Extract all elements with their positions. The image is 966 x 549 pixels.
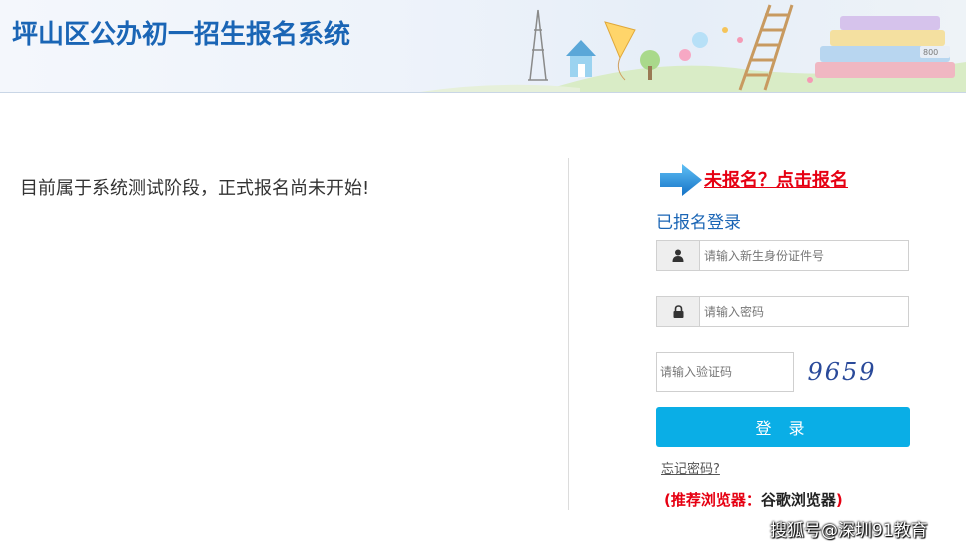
browser-recommendation: (推荐浏览器：谷歌浏览器): [664, 489, 843, 510]
system-notice: 目前属于系统测试阶段，正式报名尚未开始!: [20, 178, 370, 199]
user-icon: [657, 241, 700, 270]
login-title: 已报名登录: [656, 213, 741, 233]
captcha-field: [656, 352, 794, 392]
header-banner: 坪山区公办初一招生报名系统 800: [0, 0, 966, 93]
password-input[interactable]: [700, 297, 906, 326]
id-number-input[interactable]: [700, 241, 906, 270]
browser-tip-prefix: (推荐浏览器：: [664, 491, 761, 509]
tower-decoration: [528, 9, 548, 81]
vertical-divider: [568, 158, 569, 510]
captcha-input[interactable]: [657, 353, 793, 391]
header-illustration: 800: [420, 4, 966, 92]
browser-tip-suffix: ): [835, 491, 843, 509]
site-title: 坪山区公办初一招生报名系统: [12, 20, 351, 50]
house-decoration: [566, 40, 596, 77]
lock-icon: [657, 297, 700, 326]
browser-tip-name: 谷歌浏览器: [760, 491, 836, 509]
password-field: [656, 296, 909, 327]
id-number-field: [656, 240, 909, 271]
watermark: 搜狐号@深圳91教育: [770, 521, 928, 541]
books-decoration: 800: [815, 16, 955, 78]
captcha-image[interactable]: 9659: [806, 356, 878, 388]
arrow-right-icon: [660, 164, 702, 196]
register-link[interactable]: 未报名？点击报名: [704, 166, 848, 192]
forgot-password-link[interactable]: 忘记密码?: [661, 458, 720, 477]
svg-text:800: 800: [923, 48, 938, 57]
login-button[interactable]: 登 录: [656, 407, 910, 447]
